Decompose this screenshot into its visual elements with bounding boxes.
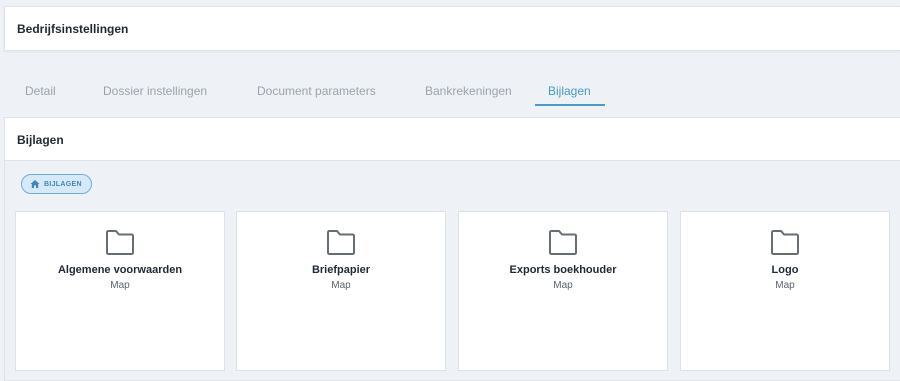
section-header: Bijlagen: [5, 118, 900, 161]
settings-tabs: Detail Dossier instellingen Document par…: [4, 78, 900, 110]
section-title: Bijlagen: [17, 133, 64, 147]
bijlagen-section: Bijlagen BIJLAGEN Algemene voorwaarden M…: [4, 117, 900, 381]
breadcrumb-bijlagen[interactable]: BIJLAGEN: [21, 174, 92, 194]
page-title: Bedrijfsinstellingen: [17, 22, 129, 36]
folder-type: Map: [331, 280, 351, 291]
folder-name: Logo: [771, 264, 799, 276]
folder-icon: [106, 230, 134, 255]
tab-document-parameters[interactable]: Document parameters: [257, 78, 376, 110]
folder-name: Algemene voorwaarden: [57, 264, 183, 276]
home-icon: [30, 180, 40, 188]
folder-icon: [549, 230, 577, 255]
folder-name: Briefpapier: [311, 264, 371, 276]
folder-type: Map: [775, 280, 795, 291]
tab-dossier-instellingen[interactable]: Dossier instellingen: [103, 78, 207, 110]
folder-icon: [327, 230, 355, 255]
page-header: Bedrijfsinstellingen: [4, 6, 900, 51]
folder-type: Map: [110, 280, 130, 291]
folder-card-algemene-voorwaarden[interactable]: Algemene voorwaarden Map: [15, 211, 225, 371]
folder-name: Exports boekhouder: [509, 264, 617, 276]
breadcrumb-label: BIJLAGEN: [44, 180, 82, 188]
folder-card-briefpapier[interactable]: Briefpapier Map: [236, 211, 446, 371]
tab-detail[interactable]: Detail: [25, 78, 56, 110]
folder-icon: [771, 230, 799, 255]
tab-bijlagen[interactable]: Bijlagen: [535, 78, 605, 110]
folder-card-logo[interactable]: Logo Map: [680, 211, 890, 371]
folder-type: Map: [553, 280, 573, 291]
tab-bankrekeningen[interactable]: Bankrekeningen: [425, 78, 512, 110]
folder-card-exports-boekhouder[interactable]: Exports boekhouder Map: [458, 211, 668, 371]
